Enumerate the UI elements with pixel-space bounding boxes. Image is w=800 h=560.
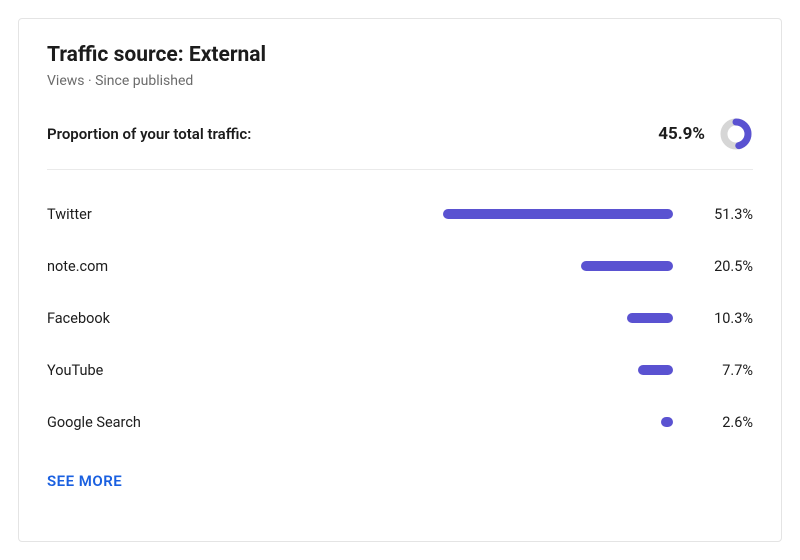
bar xyxy=(581,261,673,271)
source-row[interactable]: YouTube 7.7% xyxy=(47,344,753,396)
source-value: 7.7% xyxy=(673,362,753,379)
bar-area xyxy=(247,209,673,219)
card-title: Traffic source: External xyxy=(47,43,753,67)
source-value: 20.5% xyxy=(673,258,753,275)
source-label: Twitter xyxy=(47,206,247,223)
proportion-donut-icon xyxy=(719,117,753,151)
source-label: YouTube xyxy=(47,362,247,379)
see-more-button[interactable]: SEE MORE xyxy=(47,472,122,490)
source-label: Google Search xyxy=(47,414,247,431)
card-subtitle: Views · Since published xyxy=(47,73,753,89)
bar xyxy=(661,417,673,427)
source-row[interactable]: Twitter 51.3% xyxy=(47,188,753,240)
traffic-source-card: Traffic source: External Views · Since p… xyxy=(18,18,782,542)
proportion-label: Proportion of your total traffic: xyxy=(47,125,251,143)
proportion-value: 45.9% xyxy=(658,124,705,144)
source-row[interactable]: note.com 20.5% xyxy=(47,240,753,292)
sources-list: Twitter 51.3% note.com 20.5% Facebook 10.3% Yo… xyxy=(47,188,753,448)
bar-area xyxy=(247,313,673,323)
source-value: 10.3% xyxy=(673,310,753,327)
source-value: 51.3% xyxy=(673,206,753,223)
source-row[interactable]: Facebook 10.3% xyxy=(47,292,753,344)
source-label: Facebook xyxy=(47,310,247,327)
bar-area xyxy=(247,261,673,271)
bar xyxy=(627,313,673,323)
bar xyxy=(638,365,673,375)
source-value: 2.6% xyxy=(673,414,753,431)
bar-area xyxy=(247,365,673,375)
bar xyxy=(443,209,673,219)
proportion-right: 45.9% xyxy=(658,117,753,151)
source-row[interactable]: Google Search 2.6% xyxy=(47,396,753,448)
proportion-row: Proportion of your total traffic: 45.9% xyxy=(47,117,753,170)
bar-area xyxy=(247,417,673,427)
source-label: note.com xyxy=(47,258,247,275)
